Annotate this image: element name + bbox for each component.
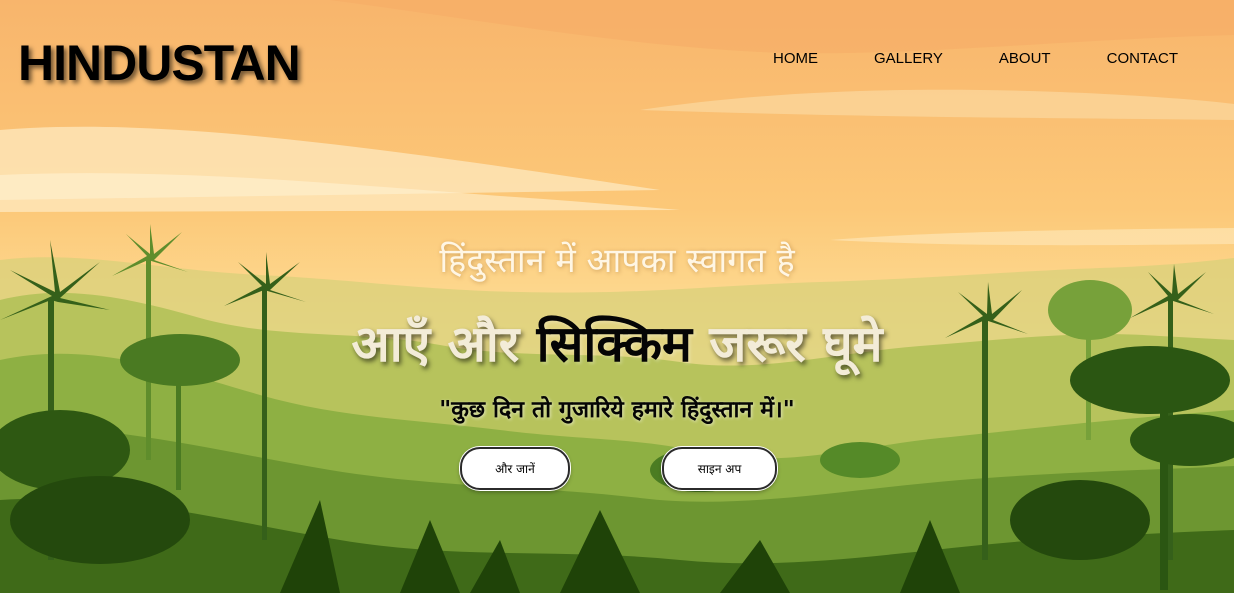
headline-highlight: सिक्किम [536,315,692,373]
headline-part-2: जरूर घूमे [691,315,883,373]
nav-home[interactable]: HOME [773,50,818,67]
nav-contact[interactable]: CONTACT [1107,50,1178,67]
learn-more-button[interactable]: और जानें [460,447,570,490]
hero-quote: "कुछ दिन तो गुजारिये हमारे हिंदुस्तान मे… [439,397,795,423]
nav-gallery[interactable]: GALLERY [874,50,943,67]
main-nav: HOME GALLERY ABOUT CONTACT [773,50,1178,67]
sign-up-button[interactable]: साइन अप [662,447,777,490]
headline-part-1: आएँ और [351,315,537,373]
hero-headline: आएँ और सिक्किम जरूर घूमे [0,308,1234,376]
nav-about[interactable]: ABOUT [999,50,1051,67]
brand-logo[interactable]: HINDUSTAN [18,34,301,92]
welcome-heading: हिंदुस्तान में आपका स्वागत है [439,241,795,281]
